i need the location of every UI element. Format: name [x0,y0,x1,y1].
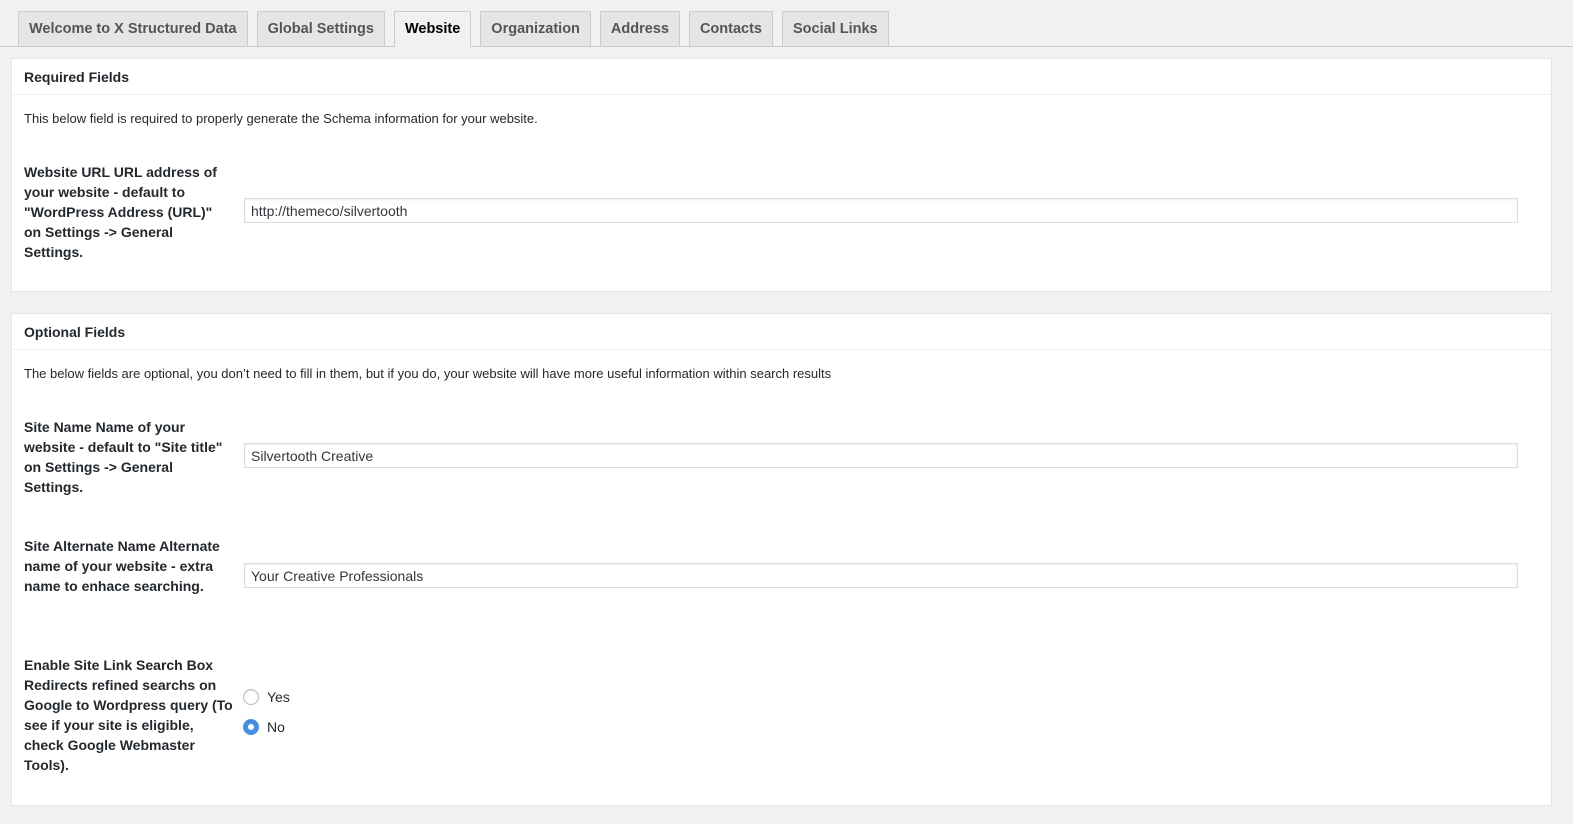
optional-fields-description: The below fields are optional, you don’t… [24,366,832,381]
radio-option-yes[interactable]: Yes [243,689,290,705]
site-alternate-name-input[interactable] [244,563,1518,588]
optional-fields-title: Optional Fields [12,314,1551,350]
tab-list: Welcome to X Structured Data Global Sett… [18,11,898,47]
optional-fields-panel: Optional Fields The below fields are opt… [11,313,1552,806]
required-fields-title: Required Fields [12,59,1551,95]
site-alternate-name-label: Site Alternate Name Alternate name of yo… [24,538,220,594]
radio-no-button[interactable] [243,719,259,735]
radio-no-label: No [267,719,285,735]
radio-yes-button[interactable] [243,689,259,705]
radio-option-no[interactable]: No [243,719,285,735]
tab-contacts[interactable]: Contacts [688,11,773,46]
website-url-label: Website URL URL address of your website … [24,164,217,260]
tab-address[interactable]: Address [599,11,680,46]
site-name-label: Site Name Name of your website - default… [24,419,223,495]
site-name-input[interactable] [244,443,1518,468]
radio-yes-label: Yes [267,689,290,705]
tab-welcome[interactable]: Welcome to X Structured Data [18,11,248,46]
tab-global-settings[interactable]: Global Settings [256,11,385,46]
tab-bar: Welcome to X Structured Data Global Sett… [0,0,1573,47]
tab-social-links[interactable]: Social Links [782,11,889,46]
website-url-input[interactable] [244,198,1518,223]
tab-website[interactable]: Website [393,11,472,47]
required-fields-panel: Required Fields This below field is requ… [11,58,1552,292]
site-link-search-box-label: Enable Site Link Search Box Redirects re… [24,657,233,773]
required-fields-description: This below field is required to properly… [24,111,538,126]
tab-organization[interactable]: Organization [480,11,591,46]
